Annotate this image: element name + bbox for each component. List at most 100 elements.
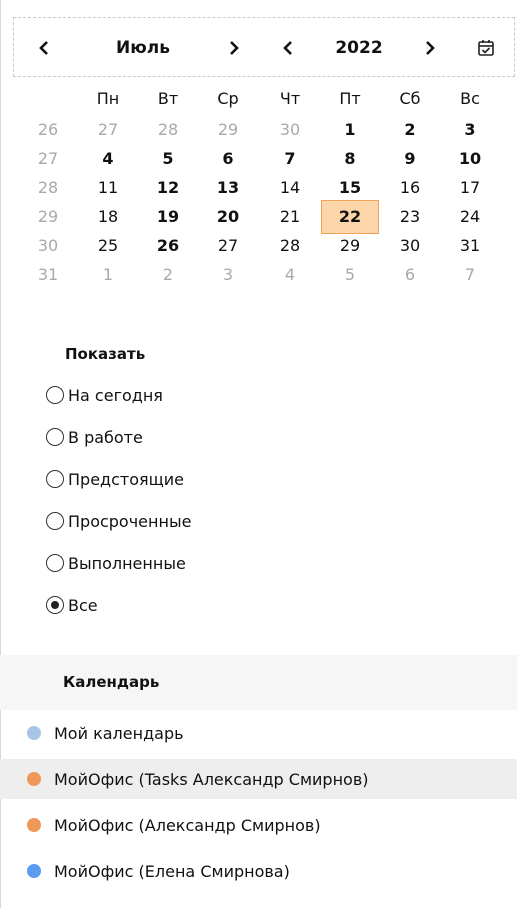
day-cell[interactable]: 9 xyxy=(390,146,430,172)
day-cell[interactable]: 26 xyxy=(148,233,188,259)
day-cell[interactable]: 4 xyxy=(270,262,310,288)
show-option-label: Предстоящие xyxy=(68,469,184,489)
day-cell[interactable]: 17 xyxy=(450,175,490,201)
day-cell[interactable]: 7 xyxy=(270,146,310,172)
calendar-color-dot-icon xyxy=(27,818,41,832)
day-cell[interactable]: 29 xyxy=(330,233,370,259)
calendar-sidebar: Июль 2022 Пн Вт Ср Чт Пт Сб Вс 26 27 28 29 30 1 2 3 27 4… xyxy=(0,0,517,908)
show-option[interactable]: Выполненные xyxy=(46,550,186,576)
day-cell[interactable]: 27 xyxy=(88,117,128,143)
chevron-left-icon xyxy=(283,41,292,55)
week-number: 27 xyxy=(37,149,59,168)
prev-month-button[interactable] xyxy=(32,18,56,78)
day-cell[interactable]: 23 xyxy=(390,204,430,230)
day-cell[interactable]: 12 xyxy=(148,175,188,201)
day-cell[interactable]: 30 xyxy=(390,233,430,259)
chevron-left-icon xyxy=(39,41,48,55)
show-option[interactable]: В работе xyxy=(46,424,143,450)
calendar-navigation: Июль 2022 xyxy=(13,17,515,77)
calendar-name: МойОфис (Елена Смирнова) xyxy=(54,861,290,881)
calendar-today-icon[interactable] xyxy=(476,38,496,58)
day-cell[interactable]: 28 xyxy=(148,117,188,143)
weekday-label: Чт xyxy=(279,89,301,108)
calendar-item[interactable]: МойОфис (Александр Смирнов) xyxy=(0,805,517,845)
day-cell[interactable]: 6 xyxy=(208,146,248,172)
chevron-right-icon xyxy=(230,41,239,55)
show-option[interactable]: На сегодня xyxy=(46,382,163,408)
radio-button[interactable] xyxy=(46,428,64,446)
weekday-label: Пт xyxy=(339,89,361,108)
show-option-label: В работе xyxy=(68,427,143,447)
day-cell[interactable]: 2 xyxy=(390,117,430,143)
day-cell[interactable]: 28 xyxy=(270,233,310,259)
chevron-right-icon xyxy=(426,41,435,55)
day-cell[interactable]: 8 xyxy=(330,146,370,172)
radio-button[interactable] xyxy=(46,596,64,614)
day-cell[interactable]: 13 xyxy=(208,175,248,201)
day-cell[interactable]: 2 xyxy=(148,262,188,288)
week-number: 26 xyxy=(37,120,59,139)
calendar-color-dot-icon xyxy=(27,772,41,786)
next-year-button[interactable] xyxy=(418,18,442,78)
show-option[interactable]: Просроченные xyxy=(46,508,191,534)
day-cell[interactable]: 16 xyxy=(390,175,430,201)
weekday-label: Пн xyxy=(96,89,120,108)
show-option-label: Выполненные xyxy=(68,553,186,573)
day-cell[interactable]: 5 xyxy=(148,146,188,172)
day-cell[interactable]: 15 xyxy=(330,175,370,201)
calendars-title: Календарь xyxy=(63,673,160,691)
month-label[interactable]: Июль xyxy=(98,18,188,78)
radio-button[interactable] xyxy=(46,386,64,404)
calendar-name: МойОфис (Tasks Александр Смирнов) xyxy=(54,769,369,789)
calendar-item[interactable]: Мой календарь xyxy=(0,713,517,753)
day-cell[interactable]: 1 xyxy=(88,262,128,288)
calendar-item[interactable]: МойОфис (Елена Смирнова) xyxy=(0,851,517,891)
selected-day-cell[interactable]: 22 xyxy=(321,200,379,234)
year-label[interactable]: 2022 xyxy=(324,18,394,78)
calendar-name: МойОфис (Александр Смирнов) xyxy=(54,815,321,835)
day-cell[interactable]: 1 xyxy=(330,117,370,143)
week-number: 28 xyxy=(37,178,59,197)
weekday-label: Вс xyxy=(460,89,480,108)
day-cell[interactable]: 29 xyxy=(208,117,248,143)
day-cell[interactable]: 30 xyxy=(270,117,310,143)
day-cell[interactable]: 18 xyxy=(88,204,128,230)
day-cell[interactable]: 4 xyxy=(88,146,128,172)
show-option-label: На сегодня xyxy=(68,385,163,405)
radio-button[interactable] xyxy=(46,554,64,572)
day-cell[interactable]: 3 xyxy=(450,117,490,143)
week-number: 31 xyxy=(37,265,59,284)
prev-year-button[interactable] xyxy=(276,18,300,78)
day-cell[interactable]: 25 xyxy=(88,233,128,259)
calendars-header: Календарь xyxy=(0,655,517,710)
day-cell[interactable]: 10 xyxy=(450,146,490,172)
week-number: 29 xyxy=(37,207,59,226)
day-cell[interactable]: 14 xyxy=(270,175,310,201)
next-month-button[interactable] xyxy=(222,18,246,78)
day-cell[interactable]: 31 xyxy=(450,233,490,259)
radio-button[interactable] xyxy=(46,470,64,488)
weekday-label: Вт xyxy=(157,89,179,108)
show-filter-title: Показать xyxy=(65,345,146,363)
radio-button[interactable] xyxy=(46,512,64,530)
day-cell[interactable]: 11 xyxy=(88,175,128,201)
day-cell[interactable]: 21 xyxy=(270,204,310,230)
day-cell[interactable]: 5 xyxy=(330,262,370,288)
day-cell[interactable]: 19 xyxy=(148,204,188,230)
day-cell[interactable]: 27 xyxy=(208,233,248,259)
show-option[interactable]: Предстоящие xyxy=(46,466,184,492)
day-cell[interactable]: 24 xyxy=(450,204,490,230)
calendar-name: Мой календарь xyxy=(54,723,184,743)
show-option-label: Все xyxy=(68,595,98,615)
weekday-label: Ср xyxy=(217,89,239,108)
calendar-item[interactable]: МойОфис (Tasks Александр Смирнов) xyxy=(0,759,517,799)
day-cell[interactable]: 7 xyxy=(450,262,490,288)
day-cell[interactable]: 3 xyxy=(208,262,248,288)
day-cell[interactable]: 20 xyxy=(208,204,248,230)
week-number: 30 xyxy=(37,236,59,255)
show-option[interactable]: Все xyxy=(46,592,98,618)
weekday-label: Сб xyxy=(399,89,421,108)
calendar-color-dot-icon xyxy=(27,726,41,740)
calendar-color-dot-icon xyxy=(27,864,41,878)
day-cell[interactable]: 6 xyxy=(390,262,430,288)
